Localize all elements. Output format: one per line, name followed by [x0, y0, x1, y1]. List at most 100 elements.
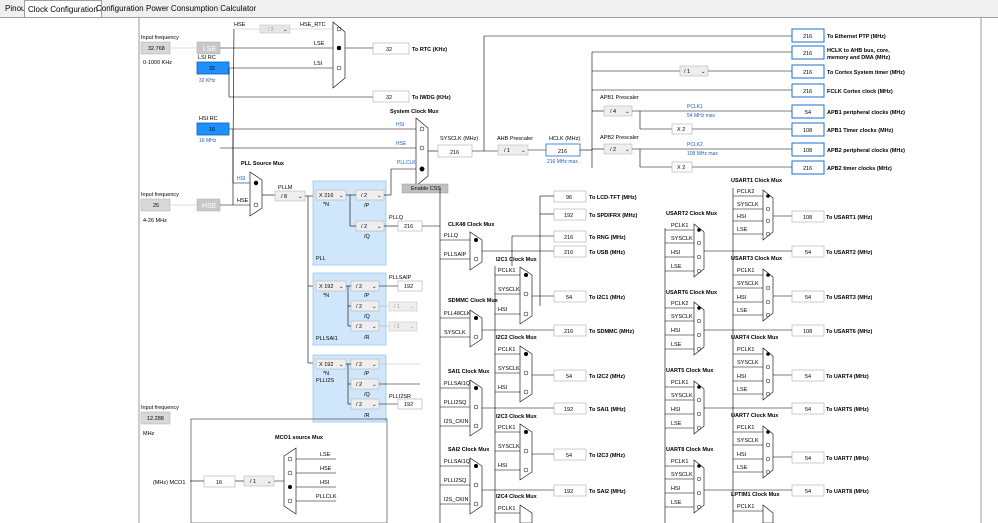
i2c1-mux-option-pclk1[interactable]	[524, 273, 528, 277]
pllsai1-n-value: X 192	[319, 284, 333, 290]
rtc-hse-label: HSE	[234, 22, 246, 28]
i2s-input-value: 12.288	[147, 416, 164, 422]
output-apb1-peripheral: 54 APB1 peripheral clocks (MHz)	[791, 104, 905, 119]
rtc-clock-mux[interactable]	[332, 21, 346, 89]
clk48-mux-option-pllq[interactable]	[474, 238, 478, 242]
sdmmc-mux-option-pll48clk[interactable]	[474, 316, 478, 320]
usart1-mux-option-pclk2[interactable]	[766, 194, 770, 198]
uart4-mux-option-pclk1[interactable]	[766, 352, 770, 356]
svg-text:54: 54	[805, 456, 811, 462]
system-clock-mux-title: System Clock Mux	[390, 109, 440, 115]
output-uart7: 54 To UART7 (MHz)	[791, 451, 869, 464]
i2c1-mux-in3: HSI	[498, 307, 508, 313]
mco1-mux-option-hsi[interactable]	[288, 485, 292, 489]
svg-text:To UART4 (MHz): To UART4 (MHz)	[826, 374, 869, 380]
sysclk-hse-label: HSE	[396, 141, 407, 147]
sdmmc-mux-in1: PLL48CLK	[444, 311, 471, 317]
pllsai1-r-chevron-icon: ⌄	[372, 324, 377, 330]
mco1-mux-in1: LSE	[320, 452, 331, 458]
plli2s-q-value: / 2	[356, 382, 362, 388]
svg-text:APB2 timer clocks (MHz): APB2 timer clocks (MHz)	[827, 166, 892, 172]
output-uart4: 54 To UART4 (MHz)	[791, 369, 869, 382]
plli2s-p-label: /P	[364, 371, 370, 377]
sai1-mux-in1: PLLSAI1Q	[444, 381, 471, 387]
output-usart2: 54 To USART2 (MHz)	[791, 245, 873, 258]
svg-text:216: 216	[803, 34, 812, 40]
tab-configuration[interactable]: Configuration	[93, 2, 147, 16]
i2c1-mux-title: I2C1 Clock Mux	[496, 257, 538, 263]
svg-text:APB1 peripheral clocks (MHz): APB1 peripheral clocks (MHz)	[827, 110, 905, 116]
sysclk-mux-option-pllclk[interactable]	[419, 166, 425, 172]
svg-text:HCLK to AHB bus, core,: HCLK to AHB bus, core,	[827, 48, 890, 54]
svg-text:108: 108	[803, 128, 812, 134]
svg-text:54: 54	[566, 453, 572, 459]
svg-text:To USART1 (MHz): To USART1 (MHz)	[826, 215, 873, 221]
i2c3-mux-option-pclk1[interactable]	[524, 430, 528, 434]
pll-mux-option-hsi[interactable]	[253, 180, 259, 186]
usart6-mux-option-pclk2[interactable]	[697, 306, 701, 310]
i2c2-mux-option-pclk1[interactable]	[524, 352, 528, 356]
sdmmc-mux[interactable]	[469, 309, 483, 348]
sai1-mux-option-pllsai1q[interactable]	[474, 386, 478, 390]
pllsaip-label: PLLSAIP	[389, 275, 412, 281]
output-fclk: 216 FCLK Cortex clock (MHz)	[791, 83, 893, 98]
i2s-unit: MHz	[143, 431, 155, 437]
clk48-mux[interactable]	[469, 231, 483, 271]
mco1-mux[interactable]	[283, 447, 297, 515]
rtc-mux-option-lse[interactable]	[336, 45, 342, 51]
output-cortex-timer: 216 To Cortex System timer (MHz)	[791, 64, 905, 79]
plli2s-n-chevron-icon: ⌄	[339, 362, 344, 368]
mco1-divider-chevron-icon: ⌄	[267, 479, 272, 485]
lptim1-mux[interactable]	[762, 504, 774, 523]
i2c4-mux[interactable]	[519, 504, 533, 523]
output-usart3: 54 To USART3 (MHz)	[791, 290, 873, 303]
pll-p-value: / 2	[361, 193, 367, 199]
uart5-mux-option-pclk1[interactable]	[697, 385, 701, 389]
mco1-divider-value: / 1	[250, 479, 256, 485]
pll-mux-hsi-label: HSI	[237, 176, 245, 182]
pllm-chevron-icon: ⌄	[298, 194, 303, 200]
svg-text:216: 216	[564, 329, 573, 335]
pllm-value: / 8	[281, 194, 287, 200]
plli2s-r-value: / 2	[356, 402, 362, 408]
output-sai2: 192 To SAI2 (MHz)	[553, 484, 626, 497]
output-usart1: 108 To USART1 (MHz)	[791, 210, 873, 223]
sai2-mux-option-pllsai1q[interactable]	[474, 464, 478, 468]
i2c2-mux-title: I2C2 Clock Mux	[496, 335, 538, 341]
usart3-mux-in1: PCLK1	[737, 268, 754, 274]
usart2-mux-option-pclk1[interactable]	[697, 228, 701, 232]
lsi-rc-unit: 32 KHz	[199, 78, 216, 84]
pll-p-chevron-icon: ⌄	[377, 193, 382, 199]
tab-power-consumption-calculator[interactable]: Power Consumption Calculator	[143, 2, 259, 16]
usart3-mux-option-pclk1[interactable]	[766, 273, 770, 277]
plli2sr-value: 192	[404, 402, 413, 408]
svg-text:To USART6 (MHz): To USART6 (MHz)	[826, 329, 873, 335]
sysclk-pllclk-label: PLLCLK	[397, 160, 416, 166]
ahb-prescaler-value: / 1	[504, 148, 510, 154]
uart8-mux-option-pclk1[interactable]	[697, 464, 701, 468]
pllsai1-q-chevron-icon: ⌄	[372, 304, 377, 310]
system-clock-mux[interactable]	[415, 117, 429, 187]
uart8-mux-title: UART8 Clock Mux	[666, 447, 714, 453]
hclk-label: HCLK (MHz)	[549, 136, 580, 142]
pll-source-mux[interactable]	[249, 171, 263, 217]
svg-text:To RNG (MHz): To RNG (MHz)	[589, 235, 626, 241]
svg-text:54: 54	[805, 295, 811, 301]
hsi-rc-value: 16	[209, 127, 215, 133]
uart4-mux-in4: LSE	[737, 387, 748, 393]
svg-text:APB2 peripheral clocks (MHz): APB2 peripheral clocks (MHz)	[827, 148, 905, 154]
lptim1-mux-title: LPTIM1 Clock Mux	[731, 492, 781, 498]
apb1-prescaler-chevron-icon: ⌄	[625, 109, 630, 115]
usart6-mux-in1: PCLK2	[671, 301, 688, 307]
uart8-mux-in4: LSE	[671, 500, 682, 506]
uart7-mux-in1: PCLK1	[737, 425, 754, 431]
pllsai1-q-divider-value: / 1	[394, 304, 400, 310]
usart3-mux-in2: SYSCLK	[737, 281, 759, 287]
i2c1-mux-in1: PCLK1	[498, 268, 515, 274]
mco1-mux-in3: HSI	[320, 480, 330, 486]
i2c3-mux-in3: HSI	[498, 463, 508, 469]
tab-clock-configuration[interactable]: Clock Configuration	[24, 0, 102, 17]
enable-css-label: Enable CSS	[411, 186, 441, 192]
uart7-mux-option-pclk1[interactable]	[766, 430, 770, 434]
pll-q-chevron-icon: ⌄	[377, 224, 382, 230]
